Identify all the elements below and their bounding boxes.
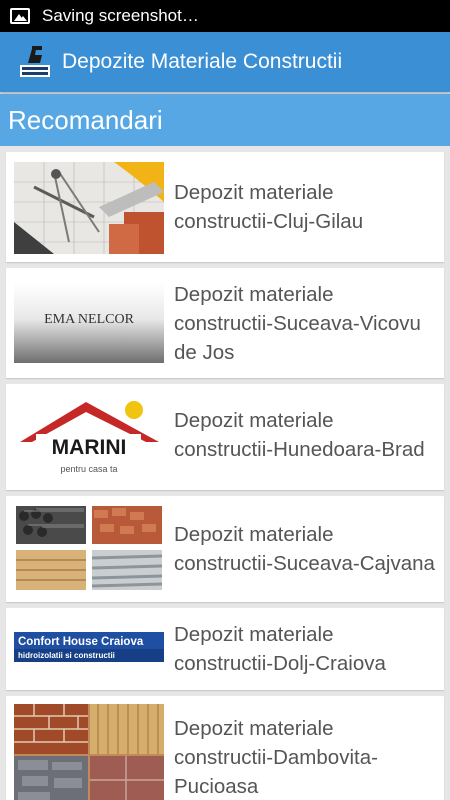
list-item-label: Depozit materiale constructii-Suceava-Vi…: [174, 283, 421, 364]
ema-nelcor-text: EMA NELCOR: [44, 312, 135, 327]
marini-logo: MARINI pentru casa ta: [14, 394, 164, 480]
app-title: Depozite Materiale Constructii: [62, 50, 343, 73]
confort-house-tagline: hidroizolatii si constructii: [18, 651, 115, 660]
list-item[interactable]: Confort House Craiova hidroizolatii si c…: [6, 608, 444, 690]
list-item[interactable]: Depozit materiale constructii-Cluj-Gilau: [6, 152, 444, 262]
list-item-label: Depozit materiale constructii-Dambovita-…: [174, 717, 378, 798]
image-icon: [10, 8, 30, 24]
list-item[interactable]: MARINI pentru casa ta Depozit materiale …: [6, 384, 444, 490]
list-item-label: Depozit materiale constructii-Suceava-Ca…: [174, 523, 435, 575]
list-item[interactable]: Depozit materiale constructii-Dambovita-…: [6, 696, 444, 800]
builder-logo-icon[interactable]: [18, 45, 52, 79]
list-item[interactable]: Depozit materiale constructii-Suceava-Ca…: [6, 496, 444, 602]
drafting-tools-image: [14, 162, 164, 254]
list-item[interactable]: EMA NELCOR Depozit materiale constructii…: [6, 268, 444, 378]
list-item-label: Depozit materiale constructii-Cluj-Gilau: [174, 181, 364, 233]
building-materials-collage: [14, 504, 164, 594]
section-title: Recomandari: [8, 104, 163, 135]
status-text: Saving screenshot…: [42, 6, 199, 25]
action-bar: Depozite Materiale Constructii: [0, 32, 450, 92]
list-item-label: Depozit materiale constructii-Dolj-Craio…: [174, 623, 386, 675]
section-header: Recomandari: [0, 94, 450, 146]
marini-text: MARINI: [52, 436, 127, 459]
status-bar: Saving screenshot…: [0, 0, 450, 32]
stone-tiles-collage: [14, 704, 164, 800]
confort-house-logo: Confort House Craiova hidroizolatii si c…: [14, 632, 164, 662]
ema-nelcor-logo: EMA NELCOR: [14, 283, 164, 363]
list-item-label: Depozit materiale constructii-Hunedoara-…: [174, 409, 425, 461]
marini-tagline: pentru casa ta: [60, 464, 117, 474]
confort-house-text: Confort House Craiova: [18, 636, 144, 648]
